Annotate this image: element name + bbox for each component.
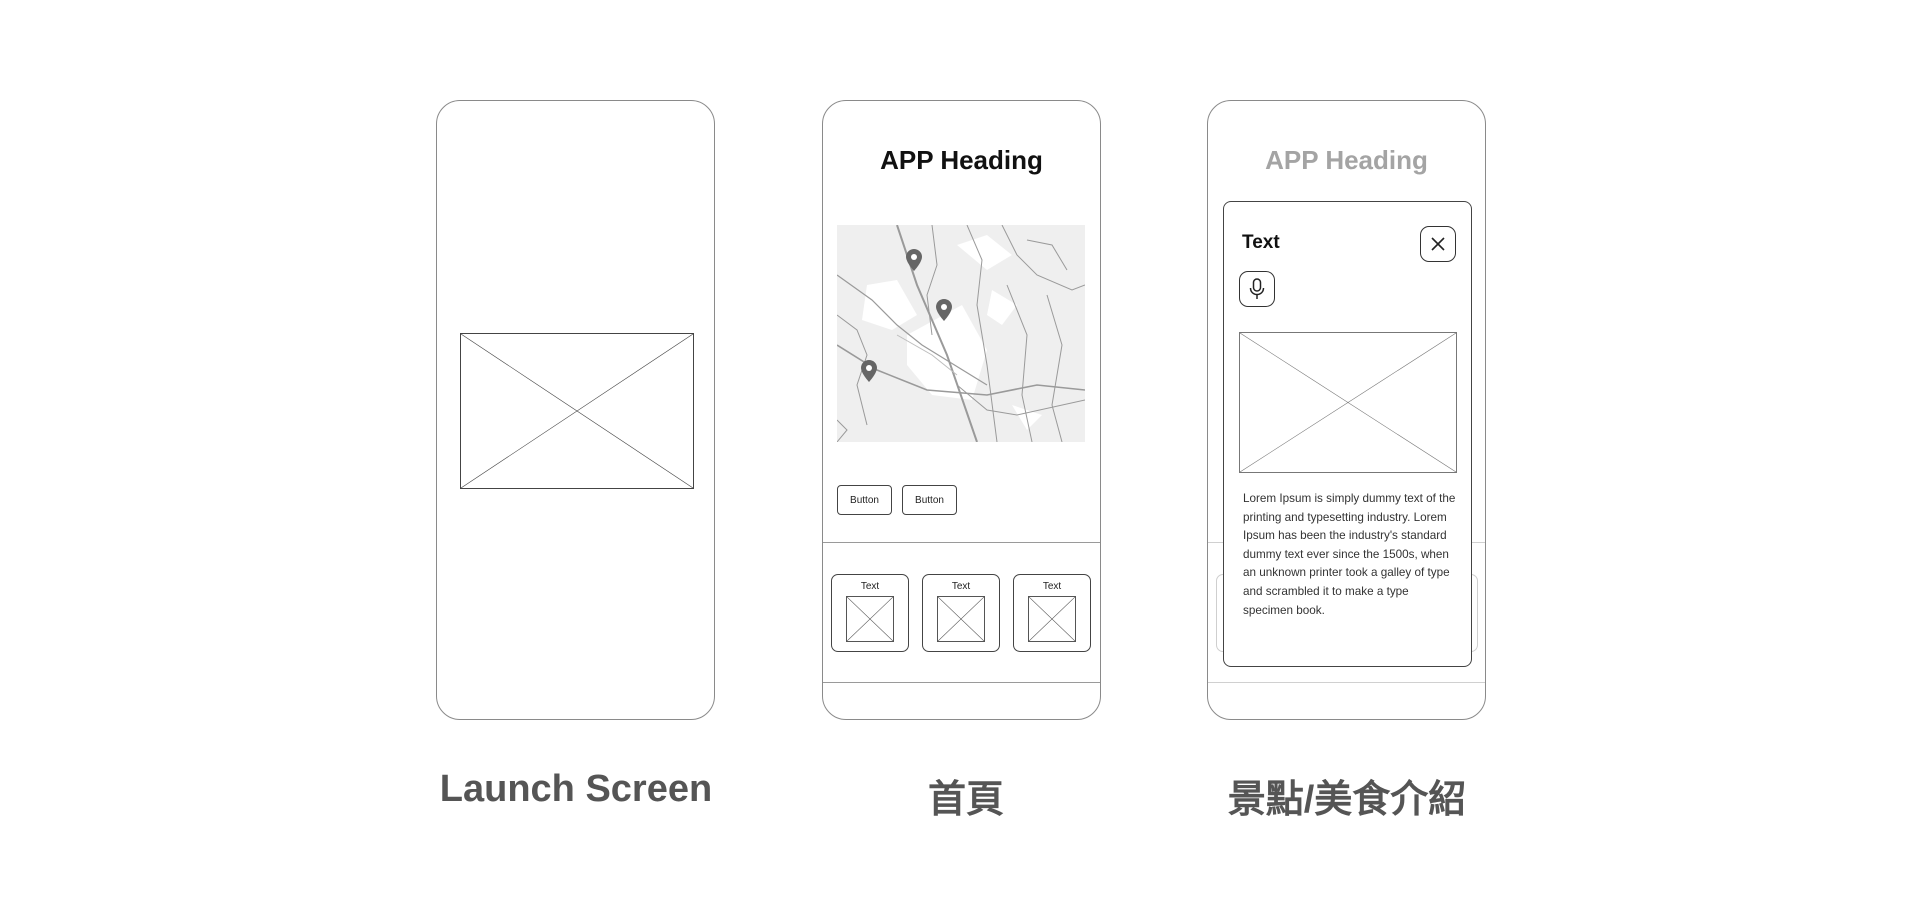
home-screen-caption: 首頁 <box>927 779 1004 821</box>
card-image-placeholder <box>937 596 985 642</box>
close-button[interactable] <box>1420 226 1456 262</box>
home-screen-frame: APP Heading Button Button Text Text Text <box>822 100 1101 720</box>
modal-image-placeholder <box>1239 332 1457 473</box>
detail-screen-caption: 景點/美食介紹 <box>1227 779 1467 821</box>
launch-image-placeholder <box>460 333 694 489</box>
map-pin-icon[interactable] <box>936 299 952 321</box>
card-image-placeholder <box>846 596 894 642</box>
secondary-button[interactable]: Button <box>902 485 957 515</box>
bottom-panel-divider-bottom <box>823 682 1100 683</box>
card-image-placeholder <box>1028 596 1076 642</box>
card-label: Text <box>860 581 880 592</box>
detail-modal: Text Lorem Ipsum is simply dummy text of… <box>1223 201 1472 667</box>
launch-screen-frame <box>436 100 715 720</box>
primary-button[interactable]: Button <box>837 485 892 515</box>
background-divider-bottom <box>1208 682 1485 683</box>
modal-title: Text <box>1242 232 1280 253</box>
detail-screen-frame: APP Heading Text Lorem Ipsum is simply d <box>1207 100 1486 720</box>
app-heading: APP Heading <box>1265 145 1428 175</box>
modal-description: Lorem Ipsum is simply dummy text of the … <box>1243 492 1456 617</box>
voice-button[interactable] <box>1239 271 1275 307</box>
close-icon <box>1431 237 1445 251</box>
launch-screen-caption: Launch Screen <box>439 768 713 810</box>
microphone-icon <box>1249 278 1265 299</box>
bottom-panel-divider-top <box>823 542 1100 543</box>
map-pin-icon[interactable] <box>861 360 877 382</box>
map-view[interactable] <box>836 224 1086 443</box>
list-item-card[interactable]: Text <box>831 574 909 652</box>
card-label: Text <box>1042 581 1062 592</box>
map-pin-icon[interactable] <box>906 249 922 271</box>
map-roads <box>836 224 1086 443</box>
card-label: Text <box>951 581 971 592</box>
list-item-card[interactable]: Text <box>1013 574 1091 652</box>
list-item-card[interactable]: Text <box>922 574 1000 652</box>
app-heading: APP Heading <box>880 145 1043 175</box>
